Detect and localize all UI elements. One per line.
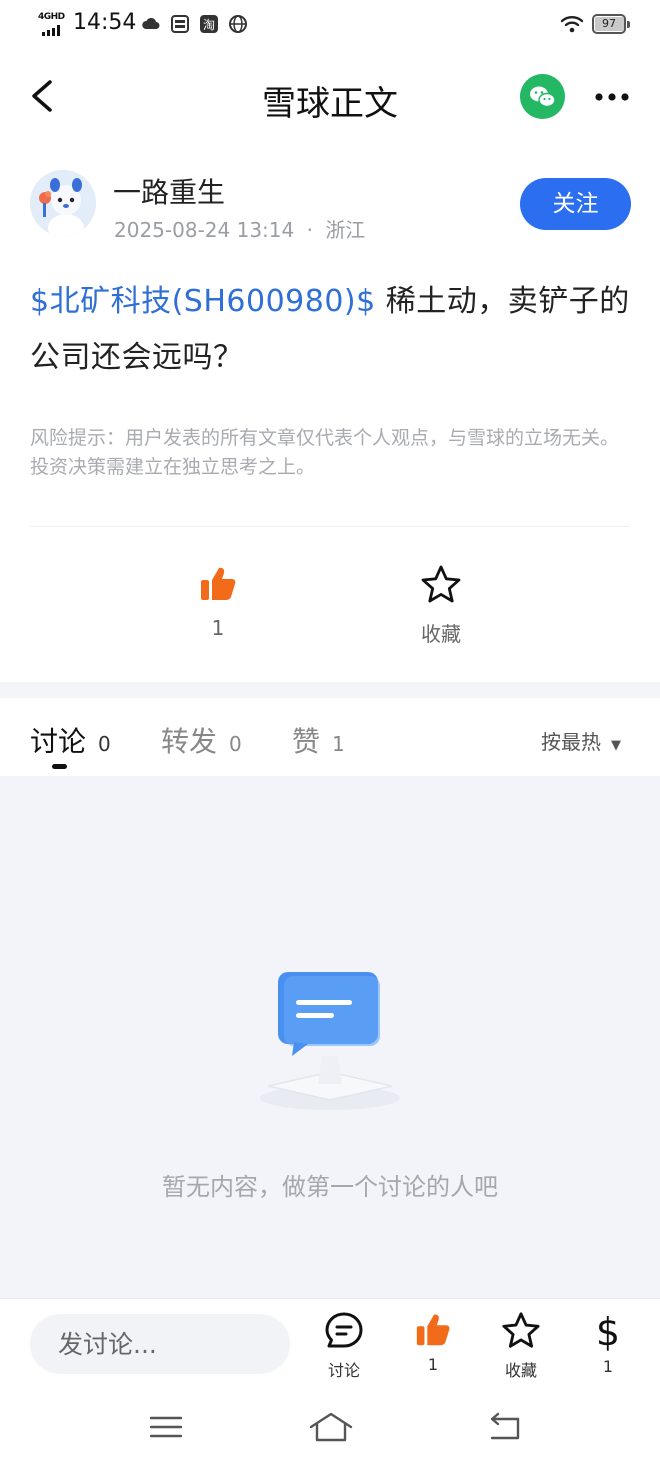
caret-down-icon: ▼ xyxy=(611,738,621,753)
battery-level: 97 xyxy=(602,17,616,30)
favorite-reaction-button[interactable]: 收藏 xyxy=(400,564,482,647)
empty-chat-illustration-icon xyxy=(254,960,406,1120)
like-reaction-button[interactable]: 1 xyxy=(178,564,258,640)
thumbs-up-icon xyxy=(201,567,236,600)
star-icon xyxy=(421,565,461,603)
discuss-label: 讨论 xyxy=(327,1361,360,1380)
recent-apps-button[interactable] xyxy=(146,1410,186,1444)
wechat-share-button[interactable] xyxy=(520,74,565,119)
menu-icon xyxy=(149,1416,183,1438)
like-button[interactable]: 1 xyxy=(403,1311,463,1374)
wechat-icon xyxy=(530,86,556,108)
system-tray: 97 xyxy=(560,14,630,34)
wifi-icon xyxy=(560,16,584,33)
status-bar: 4GHD 14:54 淘 97 xyxy=(0,0,660,50)
bottom-action-bar: 讨论 1 收藏 $ 1 xyxy=(0,1298,660,1390)
taobao-icon: 淘 xyxy=(199,14,219,34)
tab-count: 0 xyxy=(98,732,111,756)
sim-icon xyxy=(170,14,190,34)
clock: 14:54 xyxy=(73,10,137,35)
tab-label: 讨论 xyxy=(30,725,87,758)
return-icon xyxy=(490,1412,520,1440)
active-tab-indicator xyxy=(52,764,67,769)
svg-text:$: $ xyxy=(596,1311,620,1351)
tab-count: 0 xyxy=(229,732,242,756)
risk-disclaimer: 风险提示：用户发表的所有文章仅代表个人观点，与雪球的立场无关。投资决策需建立在独… xyxy=(30,427,620,478)
author-name[interactable]: 一路重生 xyxy=(113,171,225,211)
follow-button[interactable]: 关注 xyxy=(520,178,631,230)
meta-separator: · xyxy=(306,218,313,242)
favorite-button[interactable]: 收藏 xyxy=(491,1311,551,1381)
post-datetime: 2025-08-24 13:14 xyxy=(114,218,295,242)
top-nav: 雪球正文 xyxy=(0,50,660,145)
home-icon xyxy=(309,1412,353,1442)
sort-dropdown[interactable]: 按最热 ▼ xyxy=(541,726,621,755)
like-count: 1 xyxy=(211,616,225,640)
tab-label: 转发 xyxy=(161,725,218,758)
system-navigation-bar xyxy=(0,1390,660,1467)
star-icon xyxy=(502,1312,540,1348)
battery-indicator: 97 xyxy=(592,14,630,34)
notification-icons: 淘 xyxy=(141,14,248,34)
network-type: 4GHD xyxy=(38,12,65,22)
tab-discuss[interactable]: 讨论 0 xyxy=(30,720,111,760)
thumbs-up-icon xyxy=(416,1314,450,1346)
avatar[interactable] xyxy=(30,170,96,236)
favorite-label: 收藏 xyxy=(504,1361,537,1380)
tab-likes[interactable]: 赞1 xyxy=(292,720,345,760)
post-meta: 2025-08-24 13:14 · 浙江 xyxy=(114,214,365,243)
sort-label: 按最热 xyxy=(541,730,601,754)
system-back-button[interactable] xyxy=(484,1410,524,1444)
empty-state-text: 暂无内容，做第一个讨论的人吧 xyxy=(162,1173,498,1201)
divider xyxy=(30,526,630,527)
globe-icon xyxy=(228,14,248,34)
dollar-icon: $ xyxy=(596,1310,620,1354)
like-count: 1 xyxy=(427,1355,439,1374)
tab-label: 赞 xyxy=(292,725,321,758)
stock-tag-link[interactable]: $北矿科技(SH600980)$ xyxy=(30,284,376,319)
section-divider xyxy=(0,682,660,698)
tab-count: 1 xyxy=(332,732,345,756)
comment-input[interactable] xyxy=(30,1314,290,1374)
chat-bubble-icon xyxy=(325,1312,363,1348)
post-location: 浙江 xyxy=(325,218,366,242)
svg-text:淘: 淘 xyxy=(203,18,215,32)
signal-icon xyxy=(42,25,60,36)
post-content: $北矿科技(SH600980)$ 稀土动，卖铲子的公司还会远吗？ xyxy=(30,274,635,386)
more-icon xyxy=(595,93,629,101)
discuss-button[interactable]: 讨论 xyxy=(314,1311,374,1381)
mascot-avatar-icon xyxy=(30,170,96,236)
more-button[interactable] xyxy=(590,82,634,112)
home-button[interactable] xyxy=(308,1410,354,1444)
reward-button[interactable]: $ 1 xyxy=(578,1310,638,1376)
cloud-icon xyxy=(141,14,161,34)
tab-repost[interactable]: 转发 0 xyxy=(161,720,242,760)
network-indicator: 4GHD xyxy=(38,12,68,36)
reward-count: 1 xyxy=(602,1357,614,1376)
favorite-label: 收藏 xyxy=(421,622,461,646)
